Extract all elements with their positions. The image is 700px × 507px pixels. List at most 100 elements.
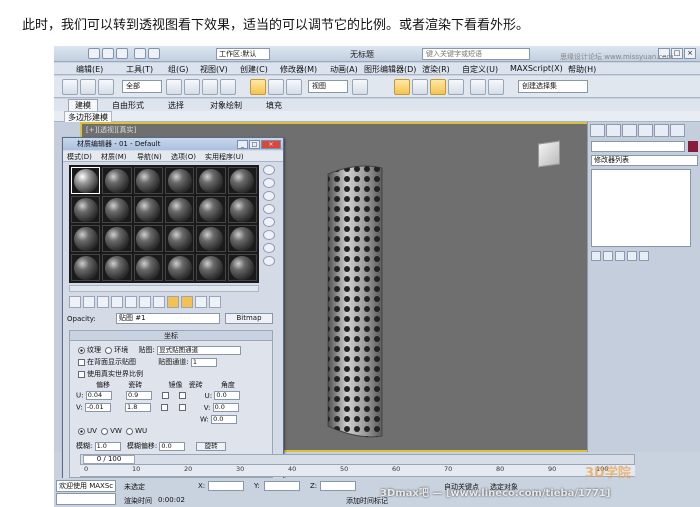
put-to-library-icon[interactable]	[139, 296, 151, 308]
select-icon[interactable]	[166, 79, 182, 95]
w-angle-field[interactable]: 0.0	[211, 415, 238, 424]
sample-slot[interactable]	[133, 225, 163, 252]
menu-view[interactable]: 视图(V)	[200, 64, 228, 75]
reference-coord-dropdown[interactable]: 视图	[308, 80, 348, 93]
menu-modifiers[interactable]: 修改器(M)	[280, 64, 317, 75]
blur-field[interactable]: 1.0	[94, 441, 121, 451]
go-forward-icon[interactable]	[209, 296, 221, 308]
show-map-icon[interactable]	[167, 296, 179, 308]
map-channel-field[interactable]: 1	[190, 357, 217, 367]
object-name-field[interactable]	[591, 141, 685, 152]
put-to-scene-icon[interactable]	[83, 296, 95, 308]
menu-maxscript[interactable]: MAXScript(X)	[510, 64, 563, 73]
menu-modes[interactable]: 模式(D)	[67, 152, 92, 162]
uv-radio[interactable]	[78, 427, 85, 435]
scale-icon[interactable]	[286, 79, 302, 95]
sample-slot[interactable]	[165, 254, 195, 281]
search-input[interactable]: 键入关键字或短语	[422, 48, 530, 60]
close-icon[interactable]: ×	[684, 48, 696, 59]
sample-slot[interactable]	[196, 254, 226, 281]
background-icon[interactable]	[263, 191, 275, 201]
modify-tab-icon[interactable]	[606, 124, 621, 137]
blur-offset-field[interactable]: 0.0	[159, 441, 186, 451]
menu-material[interactable]: 材质(M)	[101, 152, 127, 162]
sample-slot[interactable]	[196, 196, 226, 223]
workspace-dropdown[interactable]: 工作区:默认	[216, 48, 270, 60]
sample-slot[interactable]	[133, 167, 163, 194]
spinner-snap-icon[interactable]	[448, 79, 464, 95]
configure-sets-icon[interactable]	[639, 251, 649, 261]
sample-slot[interactable]	[227, 225, 257, 252]
menu-animation[interactable]: 动画(A)	[330, 64, 358, 75]
vw-radio[interactable]	[101, 427, 109, 435]
v-tiling-field[interactable]: 1.8	[125, 403, 152, 412]
maxscript-mini[interactable]	[56, 493, 116, 505]
named-selection-set[interactable]: 创建选择集	[518, 80, 588, 93]
selection-filter-dropdown[interactable]: 全部	[122, 80, 162, 93]
select-by-name-icon[interactable]	[184, 79, 200, 95]
bind-icon[interactable]	[98, 79, 114, 95]
rotate-icon[interactable]	[268, 79, 284, 95]
align-icon[interactable]	[488, 79, 504, 95]
menu-help[interactable]: 帮助(H)	[568, 64, 596, 75]
motion-tab-icon[interactable]	[638, 124, 653, 137]
u-tile-checkbox[interactable]	[179, 392, 187, 399]
select-by-material-icon[interactable]	[263, 256, 275, 266]
sample-slot[interactable]	[227, 254, 257, 281]
sample-slot[interactable]	[71, 167, 101, 194]
tab-freeform[interactable]: 自由形式	[112, 100, 144, 111]
hierarchy-tab-icon[interactable]	[622, 124, 637, 137]
undo-icon[interactable]	[134, 48, 146, 59]
reset-map-icon[interactable]	[111, 296, 123, 308]
x-coord-field[interactable]	[208, 481, 244, 491]
backlight-icon[interactable]	[263, 178, 275, 188]
sample-slot[interactable]	[71, 225, 101, 252]
sample-slot[interactable]	[71, 196, 101, 223]
show-back-checkbox[interactable]	[78, 358, 85, 366]
unlink-icon[interactable]	[80, 79, 96, 95]
z-coord-field[interactable]	[320, 481, 356, 491]
rollout-title[interactable]: 坐标	[70, 331, 272, 341]
sample-slot[interactable]	[196, 225, 226, 252]
sample-slot[interactable]	[165, 196, 195, 223]
time-slider[interactable]: 0 / 100	[80, 454, 635, 465]
rect-select-icon[interactable]	[202, 79, 218, 95]
sample-slot[interactable]	[133, 196, 163, 223]
map-name-dropdown[interactable]: 贴图 #1	[116, 313, 220, 324]
menu-options[interactable]: 选项(O)	[171, 152, 196, 162]
menu-create[interactable]: 创建(C)	[240, 64, 268, 75]
video-check-icon[interactable]	[263, 217, 275, 227]
percent-snap-icon[interactable]	[430, 79, 446, 95]
wu-radio[interactable]	[126, 427, 134, 435]
snap-icon[interactable]	[394, 79, 410, 95]
menu-graph-editors[interactable]: 图形编辑器(D)	[364, 64, 416, 75]
sample-slot[interactable]	[102, 196, 132, 223]
material-id-icon[interactable]	[153, 296, 165, 308]
open-file-icon[interactable]	[102, 48, 114, 59]
sample-slot[interactable]	[196, 167, 226, 194]
angle-snap-icon[interactable]	[412, 79, 428, 95]
maximize-icon[interactable]: □	[249, 140, 260, 149]
modifier-list-dropdown[interactable]: 修改器列表	[591, 155, 698, 166]
options-icon[interactable]	[263, 243, 275, 253]
object-color-swatch[interactable]	[688, 141, 698, 152]
time-slider-thumb[interactable]: 0 / 100	[83, 455, 135, 464]
sample-slot[interactable]	[102, 225, 132, 252]
uv-tiling-icon[interactable]	[263, 204, 275, 214]
sample-slot[interactable]	[102, 167, 132, 194]
texture-radio[interactable]	[78, 346, 85, 354]
show-end-result-icon[interactable]	[181, 296, 193, 308]
sample-slot[interactable]	[227, 196, 257, 223]
go-to-parent-icon[interactable]	[195, 296, 207, 308]
close-icon[interactable]: ×	[261, 140, 281, 149]
modifier-stack[interactable]	[591, 169, 691, 247]
mirror-icon[interactable]	[470, 79, 486, 95]
show-end-result-icon[interactable]	[603, 251, 613, 261]
v-mirror-checkbox[interactable]	[161, 404, 169, 411]
menu-edit[interactable]: 编辑(E)	[76, 64, 103, 75]
get-material-icon[interactable]	[69, 296, 81, 308]
tab-selection[interactable]: 选择	[168, 100, 184, 111]
rotate-button[interactable]: 旋转	[195, 441, 226, 451]
utilities-tab-icon[interactable]	[670, 124, 685, 137]
u-tiling-field[interactable]: 0.9	[125, 391, 152, 400]
